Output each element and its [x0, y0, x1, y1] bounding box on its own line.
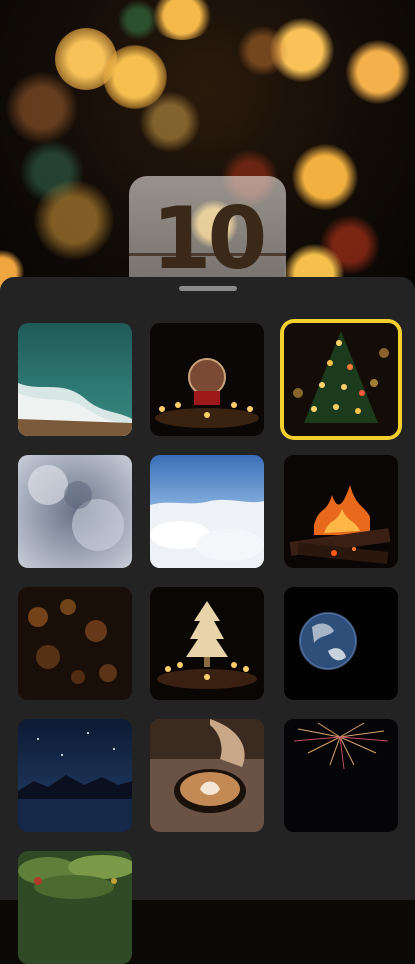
wallpaper-clouds-sky[interactable]	[150, 455, 264, 568]
wallpaper-mossy-forest[interactable]	[18, 851, 132, 964]
wallpaper-latte-art[interactable]	[150, 719, 264, 832]
wallpaper-ocean-waves[interactable]	[18, 323, 132, 436]
wallpaper-fireworks[interactable]	[284, 719, 398, 832]
wallpaper-frosted-window[interactable]	[18, 455, 132, 568]
wallpaper-snow-globe-candles[interactable]	[150, 323, 264, 436]
wallpaper-christmas-tree-lights[interactable]	[284, 323, 398, 436]
wallpaper-fireplace[interactable]	[284, 455, 398, 568]
wallpaper-night-lake[interactable]	[18, 719, 132, 832]
flip-divider	[129, 253, 286, 256]
wallpaper-earth-planet[interactable]	[284, 587, 398, 700]
clock-digits: 10	[151, 189, 268, 289]
wallpaper-candle-tree[interactable]	[150, 587, 264, 700]
wallpaper-picker-sheet	[0, 277, 415, 964]
wallpaper-rain-glass[interactable]	[18, 587, 132, 700]
sheet-drag-handle[interactable]	[179, 286, 237, 291]
